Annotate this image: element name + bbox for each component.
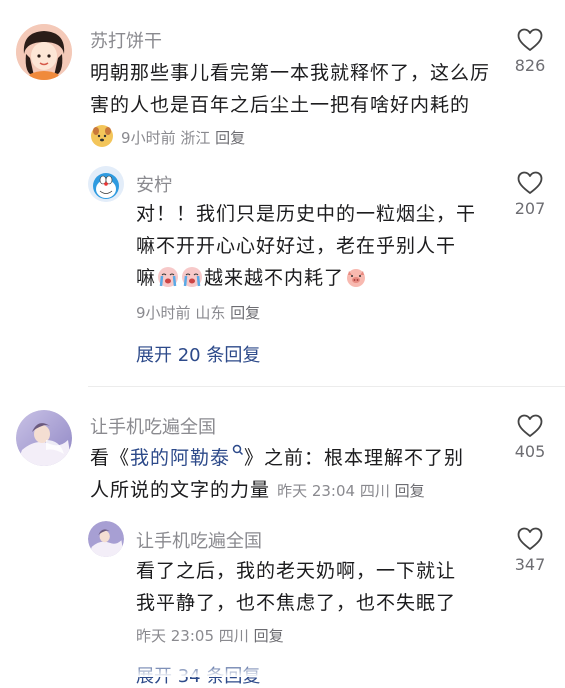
comment-location: 四川	[359, 482, 390, 500]
search-icon	[232, 444, 244, 456]
reply-text-line: 我平静了，也不焦虑了，也不失眠了	[136, 592, 457, 614]
reply-text-line: 嘛不开开心心好好过，老在乎别人干	[136, 235, 457, 257]
reply-button[interactable]: 回复	[395, 482, 425, 500]
reply-time: 9小时前	[136, 304, 191, 322]
dog-face-emoji-icon	[91, 125, 113, 147]
avatar[interactable]	[88, 166, 124, 202]
reply-text-segment: 越来越不内耗了	[204, 267, 345, 289]
like-button[interactable]: 826	[500, 28, 560, 75]
comment-text: 明朝那些事儿看完第一本我就释怀了，这么厉害的人也是百年之后尘土一把有啥好内耗的 …	[90, 57, 490, 154]
like-button[interactable]: 207	[500, 171, 560, 218]
comment-text-body: 明朝那些事儿看完第一本我就释怀了，这么厉害的人也是百年之后尘土一把有啥好内耗	[90, 62, 491, 116]
reply-button[interactable]: 回复	[254, 627, 284, 645]
comment-text-segment: 人所说的文字的力量	[90, 479, 271, 501]
work-link[interactable]: 我的阿勒泰	[130, 444, 244, 469]
comment-text-line: 人所说的文字的力量 昨天 23:04 四川 回复	[90, 474, 500, 507]
pig-face-emoji-icon	[345, 266, 367, 288]
comment-time: 9小时前	[121, 129, 176, 147]
comment-time: 昨天 23:04	[277, 482, 356, 500]
heart-icon	[517, 28, 543, 51]
girl-avatar-icon	[16, 24, 72, 80]
comment-meta: 昨天 23:04 四川 回复	[277, 482, 425, 500]
heart-icon	[517, 414, 543, 437]
comment-username[interactable]: 苏打饼干	[90, 27, 162, 53]
avatar[interactable]	[16, 410, 72, 466]
like-count: 826	[514, 56, 546, 75]
reply-button[interactable]: 回复	[230, 304, 260, 322]
crying-face-emoji-icon	[157, 266, 179, 288]
illustration-avatar-icon	[16, 410, 72, 466]
comment-text-line: 看《我的阿勒泰 》之前：根本理解不了别	[90, 442, 500, 474]
expand-replies-button[interactable]: 展开 20 条回复	[136, 341, 260, 367]
reply-username[interactable]: 安柠	[136, 171, 172, 197]
reply-location: 山东	[195, 304, 226, 322]
illustration-avatar-icon	[88, 521, 124, 557]
comment-location: 浙江	[180, 129, 211, 147]
like-count: 347	[514, 555, 546, 574]
like-button[interactable]: 347	[500, 527, 560, 574]
reply-meta: 9小时前 山东 回复	[136, 302, 260, 323]
comment-text-end: 的	[450, 94, 471, 116]
crying-face-emoji-icon	[181, 266, 203, 288]
comment-username[interactable]: 让手机吃遍全国	[90, 413, 216, 439]
reply-text: 看了之后，我的老天奶啊，一下就让 我平静了，也不焦虑了，也不失眠了	[136, 555, 496, 619]
heart-icon	[517, 527, 543, 550]
work-link-text[interactable]: 我的阿勒泰	[130, 447, 230, 469]
reply-text-line: 嘛 越来越不内耗了	[136, 262, 496, 294]
comment-meta: 9小时前 浙江 回复	[121, 129, 245, 147]
reply-username[interactable]: 让手机吃遍全国	[136, 527, 262, 553]
reply-text-line: 看了之后，我的老天奶啊，一下就让	[136, 560, 457, 582]
reply-meta: 昨天 23:05 四川 回复	[136, 625, 284, 646]
reply-time: 昨天 23:05	[136, 627, 214, 645]
reply-button[interactable]: 回复	[215, 129, 245, 147]
like-count: 405	[514, 442, 546, 461]
reply-text: 对！！我们只是历史中的一粒烟尘，干 嘛不开开心心好好过，老在乎别人干 嘛 越来越…	[136, 198, 496, 294]
like-button[interactable]: 405	[500, 414, 560, 461]
reply-text-segment: 嘛	[136, 267, 157, 289]
comment-text-segment: 》之前：根本理解不了别	[244, 447, 465, 469]
avatar[interactable]	[88, 521, 124, 557]
divider	[88, 386, 565, 387]
doraemon-avatar-icon	[88, 166, 124, 202]
bottom-fade	[0, 663, 565, 677]
like-count: 207	[514, 199, 546, 218]
reply-text-line: 对！！我们只是历史中的一粒烟尘，干	[136, 203, 477, 225]
reply-location: 四川	[218, 627, 249, 645]
avatar[interactable]	[16, 24, 72, 80]
comment-text-segment: 看《	[90, 447, 131, 469]
heart-icon	[517, 171, 543, 194]
comment-text: 看《我的阿勒泰 》之前：根本理解不了别 人所说的文字的力量 昨天 23:04 四川…	[90, 442, 500, 507]
